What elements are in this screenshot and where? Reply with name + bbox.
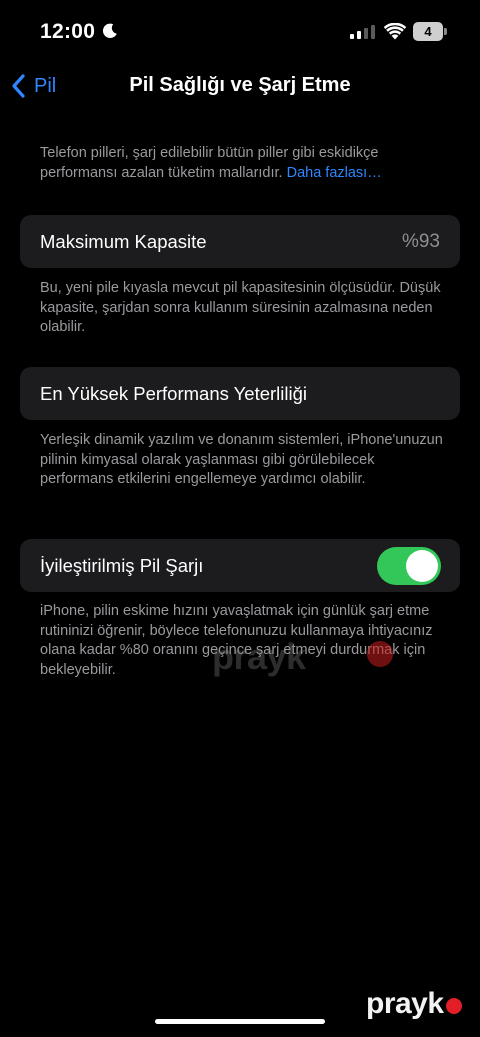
- intro-text: Telefon pilleri, şarj edilebilir bütün p…: [40, 144, 444, 183]
- status-time: 12:00: [40, 20, 96, 43]
- more-link[interactable]: Daha fazlası…: [287, 165, 382, 181]
- max-capacity-label: Maksimum Kapasite: [40, 231, 207, 252]
- logo-text: prayk: [366, 987, 444, 1020]
- moon-icon: [102, 23, 117, 38]
- max-capacity-cell: Maksimum Kapasite %93: [20, 215, 460, 268]
- peak-performance-footnote: Yerleşik dinamik yazılım ve donanım sist…: [40, 432, 443, 487]
- optimized-charging-toggle[interactable]: [377, 547, 441, 585]
- home-indicator[interactable]: [155, 1019, 325, 1024]
- logo-dot: [445, 998, 462, 1014]
- max-capacity-footnote: Bu, yeni pile kıyasla mevcut pil kapasit…: [40, 280, 441, 335]
- wifi-icon: [384, 23, 406, 40]
- signal-icon: [350, 25, 375, 39]
- max-capacity-value: %93: [401, 231, 440, 252]
- peak-performance-label: En Yüksek Performans Yeterliliği: [40, 383, 308, 404]
- watermark-dot: [367, 641, 393, 667]
- status-bar: 12:00 4: [0, 0, 480, 64]
- page-title: Pil Sağlığı ve Şarj Etme: [129, 74, 351, 96]
- toggle-knob: [406, 550, 438, 582]
- peak-performance-cell[interactable]: En Yüksek Performans Yeterliliği: [20, 367, 460, 420]
- optimized-charging-cell: İyileştirilmiş Pil Şarjı: [20, 539, 460, 592]
- battery-icon: 4: [413, 22, 447, 41]
- watermark-text: prayk: [212, 636, 306, 677]
- battery-level: 4: [413, 22, 443, 41]
- brand-logo: prayk: [366, 984, 462, 1024]
- battery-tip: [444, 28, 447, 35]
- optimized-charging-label: İyileştirilmiş Pil Şarjı: [40, 555, 204, 576]
- nav-bar: Pil Pil Sağlığı ve Şarj Etme: [0, 64, 480, 108]
